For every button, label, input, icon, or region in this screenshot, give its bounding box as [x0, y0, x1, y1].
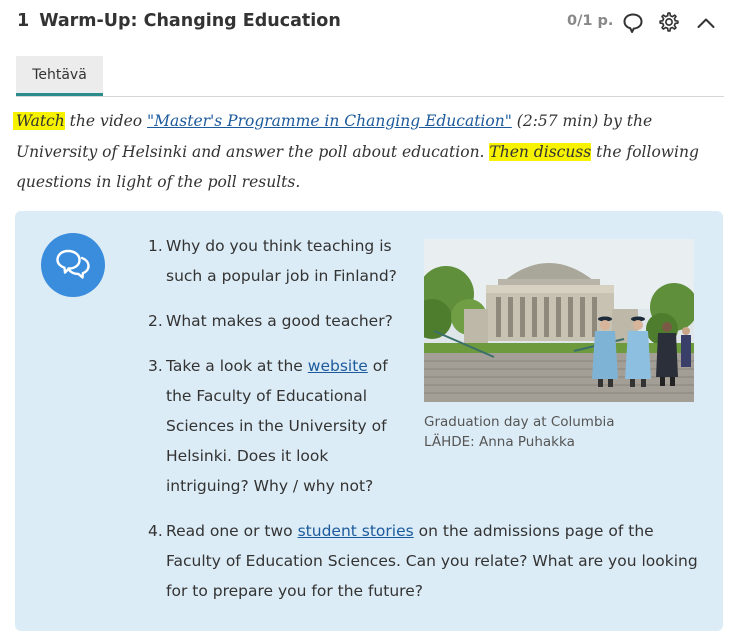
list-number: 1. [148, 237, 163, 255]
list-number: 2. [148, 312, 163, 330]
highlight-watch: Watch [13, 112, 65, 130]
tab-bar: Tehtävä [16, 56, 724, 97]
tab-tehtava[interactable]: Tehtävä [16, 56, 103, 96]
highlight-then-discuss: Then discuss [489, 142, 592, 161]
gear-icon[interactable] [658, 11, 680, 33]
list-item: 1. Why do you think teaching is such a p… [148, 231, 398, 291]
question-text-post: of the Faculty of Educational Sciences i… [166, 357, 388, 495]
question-text: What makes a good teacher? [166, 312, 393, 330]
photo-caption: Graduation day at Columbia LÄHDE: Anna P… [424, 412, 615, 452]
website-link[interactable]: website [308, 357, 368, 375]
intro-paragraph: Watch the video "Master's Programme in C… [13, 106, 726, 198]
exercise-title-text: Warm-Up: Changing Education [39, 11, 341, 31]
exercise-header: 1 Warm-Up: Changing Education 0/1 p. [0, 0, 731, 46]
question-text: Read one or two student stories on the a… [166, 516, 704, 606]
discussion-icon [41, 233, 105, 297]
intro-text-1: the video [64, 112, 148, 130]
list-item: 4. Read one or two student stories on th… [148, 516, 704, 606]
question-text-pre: Take a look at the [166, 357, 308, 375]
student-stories-link[interactable]: student stories [298, 522, 414, 540]
score-label: 0/1 p. [567, 13, 614, 29]
question-text: Why do you think teaching is such a popu… [166, 237, 397, 285]
question-text-pre: Read one or two [166, 522, 298, 540]
video-link[interactable]: "Master's Programme in Changing Educatio… [147, 112, 512, 130]
graduation-photo [424, 239, 694, 402]
caption-text: Graduation day at Columbia [424, 414, 615, 430]
list-number: 4. [148, 522, 163, 540]
speech-bubble-icon[interactable] [622, 12, 644, 34]
exercise-number: 1 [17, 11, 30, 31]
list-item: 2. What makes a good teacher? [148, 306, 398, 336]
list-item: 3. Take a look at the website of the Fac… [148, 351, 410, 501]
chevron-up-icon[interactable] [695, 12, 717, 34]
caption-source: LÄHDE: Anna Puhakka [424, 434, 575, 450]
question-text: Take a look at the website of the Facult… [166, 351, 410, 501]
list-number: 3. [148, 357, 163, 375]
exercise-title: 1 Warm-Up: Changing Education [17, 11, 341, 31]
